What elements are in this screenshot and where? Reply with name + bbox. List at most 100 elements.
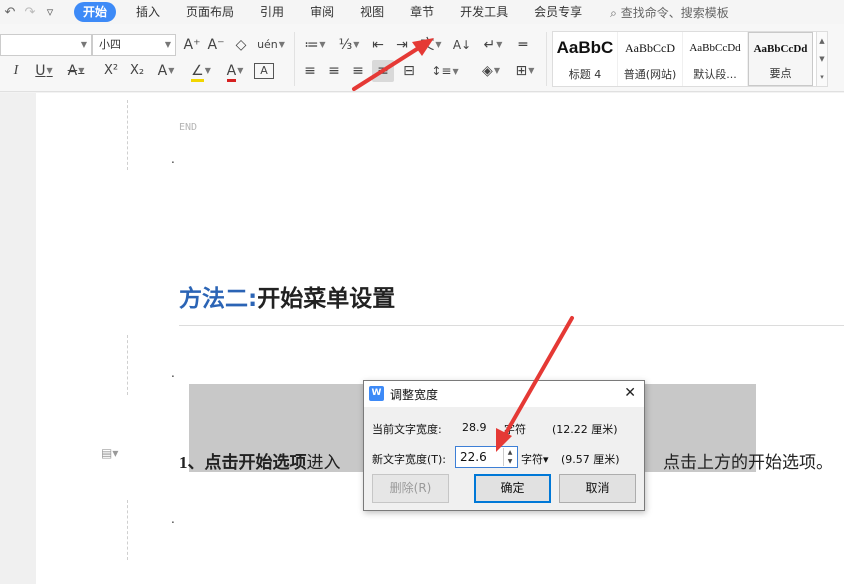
subscript-icon[interactable]: X₂ — [126, 60, 148, 82]
highlight-icon[interactable]: ∠▼ — [186, 60, 216, 82]
new-width-cm: (9.57 厘米) — [561, 453, 620, 466]
end-marker-text: END — [179, 122, 198, 133]
style-sample: AaBbCcDd — [689, 42, 741, 54]
width-unit-dropdown[interactable]: 字符▾ — [521, 451, 549, 467]
tab-start[interactable]: 开始 — [74, 2, 117, 22]
line-spacing-icon[interactable]: ↕≡▼ — [428, 60, 462, 82]
superscript-icon[interactable]: X² — [100, 60, 122, 82]
chinese-layout-glyph: 文 — [420, 37, 435, 53]
new-width-label: 新文字宽度(T): — [372, 453, 447, 466]
wps-app-icon: W — [369, 386, 384, 401]
style-key-point[interactable]: AaBbCcDd 要点 — [748, 32, 813, 86]
chevron-down-icon[interactable]: ▼ — [817, 50, 827, 68]
current-width-cm: (12.22 厘米) — [552, 423, 618, 436]
font-color-glyph: A — [226, 63, 237, 82]
numbering-icon[interactable]: ⅓▼ — [334, 34, 364, 56]
style-default-paragraph[interactable]: AaBbCcDd 默认段... — [683, 32, 748, 86]
ruler-icon[interactable]: ═ — [512, 34, 534, 56]
dialog-titlebar[interactable]: W 调整宽度 ✕ — [364, 381, 644, 407]
borders-icon[interactable]: ⊞▼ — [510, 60, 540, 82]
tab-developer[interactable]: 开发工具 — [454, 2, 514, 22]
styles-gallery-scroll[interactable]: ▲ ▼ ▾ — [816, 31, 828, 87]
style-name: 普通(网站) — [623, 68, 677, 81]
underline-glyph: U — [35, 63, 46, 79]
style-normal-web[interactable]: AaBbCcD 普通(网站) — [618, 32, 683, 86]
margin-guide-line — [127, 335, 128, 395]
heading-highlight: 方法二: — [179, 286, 258, 312]
shading-icon[interactable]: ◈▼ — [476, 60, 506, 82]
tab-page-layout[interactable]: 页面布局 — [180, 2, 240, 22]
tab-member[interactable]: 会员专享 — [528, 2, 588, 22]
gallery-expand-icon[interactable]: ▾ — [817, 68, 827, 86]
tab-insert[interactable]: 插入 — [130, 2, 166, 22]
tab-sections[interactable]: 章节 — [404, 2, 440, 22]
phonetic-guide-glyph: uén — [257, 38, 278, 51]
bullets-icon[interactable]: ≔▼ — [300, 34, 330, 56]
document-map-icon[interactable]: ▤▾ — [101, 446, 118, 460]
clear-format-icon[interactable]: ◇ — [230, 34, 252, 56]
body-line-tail: 点击上方的开始选项。 — [663, 453, 833, 472]
style-name: 标题 4 — [568, 68, 602, 81]
highlight-glyph: ∠ — [191, 63, 204, 82]
ribbon-separator — [294, 32, 295, 86]
tab-view[interactable]: 视图 — [354, 2, 390, 22]
phonetic-guide-icon[interactable]: uén▼ — [256, 34, 286, 56]
search-placeholder: 查找命令、搜索模板 — [620, 5, 729, 20]
close-icon[interactable]: ✕ — [624, 384, 636, 402]
line-spacing-glyph: ↕≡ — [431, 64, 452, 78]
command-search[interactable]: ⌕ 查找命令、搜索模板 — [610, 4, 729, 21]
styles-gallery: AaBbC 标题 4 AaBbCcD 普通(网站) AaBbCcDd 默认段..… — [552, 31, 820, 87]
chevron-up-icon[interactable]: ▲ — [817, 32, 827, 50]
font-size-value: 小四 — [99, 38, 121, 51]
numbering-glyph: ⅓ — [338, 37, 353, 53]
tab-references[interactable]: 引用 — [254, 2, 290, 22]
italic-icon[interactable]: I — [6, 60, 26, 82]
body-line-normal: 进入 — [306, 453, 341, 472]
paragraph-mark: . — [171, 512, 175, 526]
paragraph-mark: . — [171, 152, 175, 166]
show-marks-icon[interactable]: ↵▼ — [478, 34, 508, 56]
body-line-bold: 1、点击开始选项 — [179, 453, 307, 472]
shrink-font-icon[interactable]: A⁻ — [206, 34, 226, 56]
margin-guide-line — [127, 100, 128, 170]
character-border-icon[interactable]: A — [254, 63, 274, 79]
underline-icon[interactable]: U▼ — [30, 60, 58, 82]
decrease-indent-icon[interactable]: ⇤ — [368, 34, 388, 56]
align-left-icon[interactable]: ≡ — [300, 60, 320, 82]
align-center-icon[interactable]: ≡ — [324, 60, 344, 82]
borders-glyph: ⊞ — [515, 63, 528, 79]
font-size-dropdown-icon[interactable]: ▼ — [165, 35, 171, 55]
justify-icon[interactable]: ≡ — [372, 60, 394, 82]
sort-icon[interactable]: A↓ — [450, 34, 474, 56]
font-name-combo[interactable]: ▼ — [0, 34, 92, 56]
adjust-width-dialog: W 调整宽度 ✕ 当前文字宽度: 28.9 字符 (12.22 厘米) 新文字宽… — [363, 380, 645, 511]
left-margin-strip — [0, 93, 36, 584]
strikethrough-icon[interactable]: A▼ — [62, 60, 90, 82]
style-name: 要点 — [769, 67, 792, 80]
new-width-input[interactable]: 22.6 ▲ ▼ — [455, 446, 518, 468]
chinese-layout-icon[interactable]: 文▼ — [416, 34, 446, 56]
heading-text: 开始菜单设置 — [257, 286, 396, 312]
font-size-combo[interactable]: 小四 ▼ — [92, 34, 176, 56]
style-heading-4[interactable]: AaBbC 标题 4 — [553, 32, 618, 86]
font-name-dropdown-icon[interactable]: ▼ — [81, 35, 87, 55]
ok-button[interactable]: 确定 — [474, 474, 551, 503]
tab-review[interactable]: 审阅 — [304, 2, 340, 22]
delete-button[interactable]: 删除(R) — [372, 474, 449, 503]
grow-font-icon[interactable]: A⁺ — [182, 34, 202, 56]
style-sample: AaBbCcD — [625, 41, 675, 55]
ribbon-start: ▼ 小四 ▼ A⁺ A⁻ ◇ uén▼ ≔▼ ⅓▼ ⇤ ⇥ 文▼ A↓ ↵▼ ═… — [0, 24, 844, 92]
font-color-icon[interactable]: A▼ — [220, 60, 250, 82]
distributed-align-icon[interactable]: ⊟ — [398, 60, 420, 82]
quick-access-dropdown-icon[interactable]: ▿ — [40, 5, 60, 20]
section-heading: 方法二:开始菜单设置 — [179, 279, 395, 313]
width-spinner-icon[interactable]: ▲ ▼ — [503, 448, 516, 466]
align-right-icon[interactable]: ≡ — [348, 60, 368, 82]
heading-underline — [179, 325, 844, 326]
cancel-button[interactable]: 取消 — [559, 474, 636, 503]
increase-indent-icon[interactable]: ⇥ — [392, 34, 412, 56]
redo-icon[interactable]: ↷ — [20, 5, 40, 20]
strikethrough-glyph: A — [67, 63, 78, 79]
text-effect-icon[interactable]: A▼ — [152, 60, 180, 82]
undo-icon[interactable]: ↶ — [0, 5, 20, 20]
